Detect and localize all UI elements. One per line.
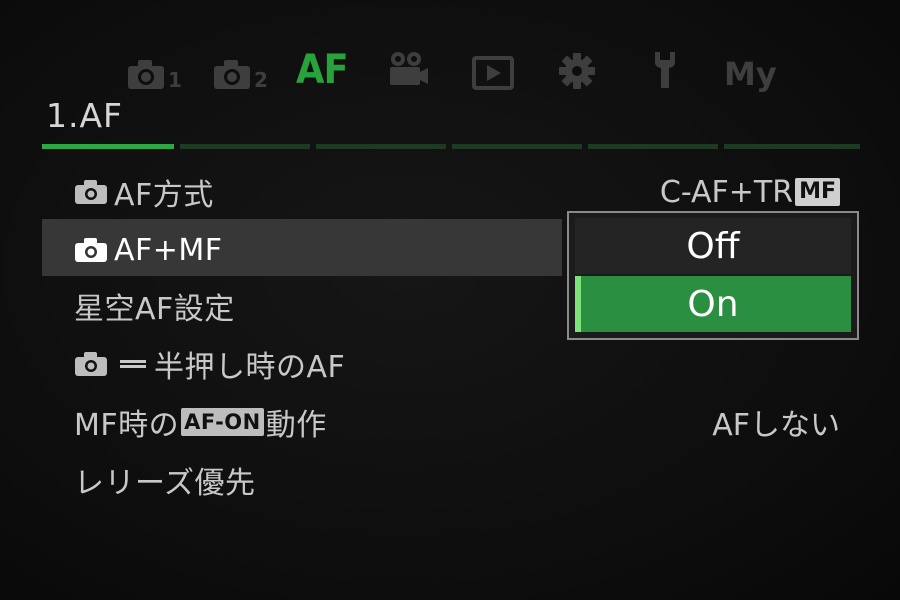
wrench-icon <box>655 52 675 88</box>
menu-item-half-press-af[interactable]: 半押し時のAF <box>42 336 862 392</box>
tab-my-menu[interactable]: My <box>724 34 777 90</box>
af-mode-value: C-AF+TR <box>659 174 794 210</box>
tab-my-menu-label: My <box>724 55 777 93</box>
menu-item-label: AF方式 <box>74 170 214 214</box>
page-indicator <box>180 144 310 149</box>
page-indicator-active <box>42 144 174 149</box>
menu-item-label: 星空AF設定 <box>74 292 235 327</box>
tab-shooting-2[interactable]: 2 <box>212 34 268 90</box>
menu-item-label: AF+MF <box>74 233 223 268</box>
tab-setup[interactable] <box>650 34 680 90</box>
tab-custom[interactable] <box>558 34 596 90</box>
menu-item-mf-af-on[interactable]: MF時の AF-ON 動作 AFしない <box>42 394 862 450</box>
camera-menu-screen: 1 2 AF My 1.AF AF方式 C-AF+TR MF AF+MF 星空A… <box>0 0 900 600</box>
tab-shooting-2-number: 2 <box>254 68 268 92</box>
af-on-badge: AF-ON <box>181 408 264 436</box>
tab-af-label: AF <box>296 47 349 93</box>
page-indicator <box>588 144 718 149</box>
gear-icon <box>559 53 595 89</box>
section-title: 1.AF <box>46 96 124 135</box>
mf-af-on-label-a: MF時の <box>74 408 180 443</box>
menu-item-value: AFしない <box>712 408 840 443</box>
tab-shooting-1-number: 1 <box>168 68 182 92</box>
mf-badge: MF <box>795 178 840 206</box>
video-camera-icon <box>390 52 428 85</box>
af-mode-label: AF方式 <box>114 178 214 213</box>
option-on[interactable]: On <box>575 276 851 332</box>
page-indicator <box>724 144 860 149</box>
camera-icon <box>75 352 107 376</box>
tab-video[interactable] <box>386 34 430 90</box>
half-press-af-label: 半押し時のAF <box>154 350 346 385</box>
mf-af-on-label-b: 動作 <box>265 408 327 443</box>
camera-icon <box>75 238 107 262</box>
tab-af[interactable]: AF <box>296 34 352 90</box>
tab-shooting-1[interactable]: 1 <box>126 34 182 90</box>
page-indicator <box>316 144 446 149</box>
menu-item-label: MF時の AF-ON 動作 <box>74 400 327 444</box>
af-mf-options-popup: Off On <box>567 211 859 340</box>
page-indicator <box>452 144 582 149</box>
menu-item-value: C-AF+TR MF <box>660 175 840 210</box>
play-icon <box>472 56 514 90</box>
tab-playback[interactable] <box>472 34 514 90</box>
camera-icon <box>214 60 250 89</box>
menu-item-label: レリーズ優先 <box>74 466 256 501</box>
camera-icon <box>128 60 164 89</box>
half-press-icon <box>120 358 146 370</box>
option-off[interactable]: Off <box>575 218 851 274</box>
camera-icon <box>75 180 107 204</box>
menu-item-release-priority[interactable]: レリーズ優先 <box>42 452 862 508</box>
af-mf-label: AF+MF <box>114 232 223 268</box>
menu-item-label: 半押し時のAF <box>74 342 345 386</box>
